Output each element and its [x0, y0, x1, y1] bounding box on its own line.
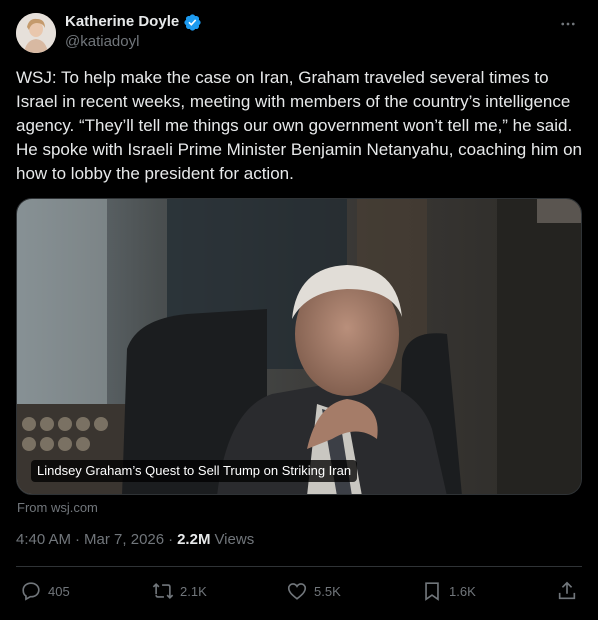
meta-separator: · [168, 531, 174, 548]
like-icon [287, 583, 307, 600]
meta-separator: · [75, 531, 81, 548]
action-bar: 405 2.1K 5.5K 1.6K [16, 580, 582, 604]
divider [16, 566, 582, 567]
reply-button[interactable]: 405 [20, 580, 70, 602]
link-card[interactable]: Lindsey Graham’s Quest to Sell Trump on … [16, 198, 582, 495]
bookmark-count: 1.6K [449, 583, 476, 599]
like-button[interactable]: 5.5K [286, 580, 341, 602]
tweet-date[interactable]: Mar 7, 2026 [84, 531, 164, 548]
like-count: 5.5K [314, 583, 341, 599]
views-count: 2.2M [177, 531, 211, 548]
more-icon[interactable] [556, 12, 580, 36]
verified-badge-icon[interactable] [183, 13, 202, 32]
tweet-meta: 4:40 AM · Mar 7, 2026 · 2.2M Views [16, 531, 254, 548]
tweet-time[interactable]: 4:40 AM [16, 531, 71, 548]
tweet-header: Katherine Doyle @katiadoyl [16, 12, 582, 56]
views-label: Views [214, 531, 255, 548]
share-icon [558, 581, 576, 600]
repost-button[interactable]: 2.1K [152, 580, 207, 602]
display-name[interactable]: Katherine Doyle [65, 12, 179, 32]
share-button[interactable] [556, 580, 578, 602]
tweet-text: WSJ: To help make the case on Iran, Grah… [16, 68, 587, 183]
avatar[interactable] [16, 13, 56, 53]
handle[interactable]: @katiadoyl [65, 32, 202, 52]
repost-count: 2.1K [180, 583, 207, 599]
bookmark-button[interactable]: 1.6K [421, 580, 476, 602]
reply-count: 405 [48, 583, 70, 599]
bookmark-icon [425, 582, 439, 601]
card-source[interactable]: From wsj.com [17, 500, 98, 515]
card-caption: Lindsey Graham’s Quest to Sell Trump on … [31, 460, 358, 482]
repost-icon [152, 582, 174, 600]
reply-icon [22, 582, 40, 601]
card-image [17, 199, 581, 494]
